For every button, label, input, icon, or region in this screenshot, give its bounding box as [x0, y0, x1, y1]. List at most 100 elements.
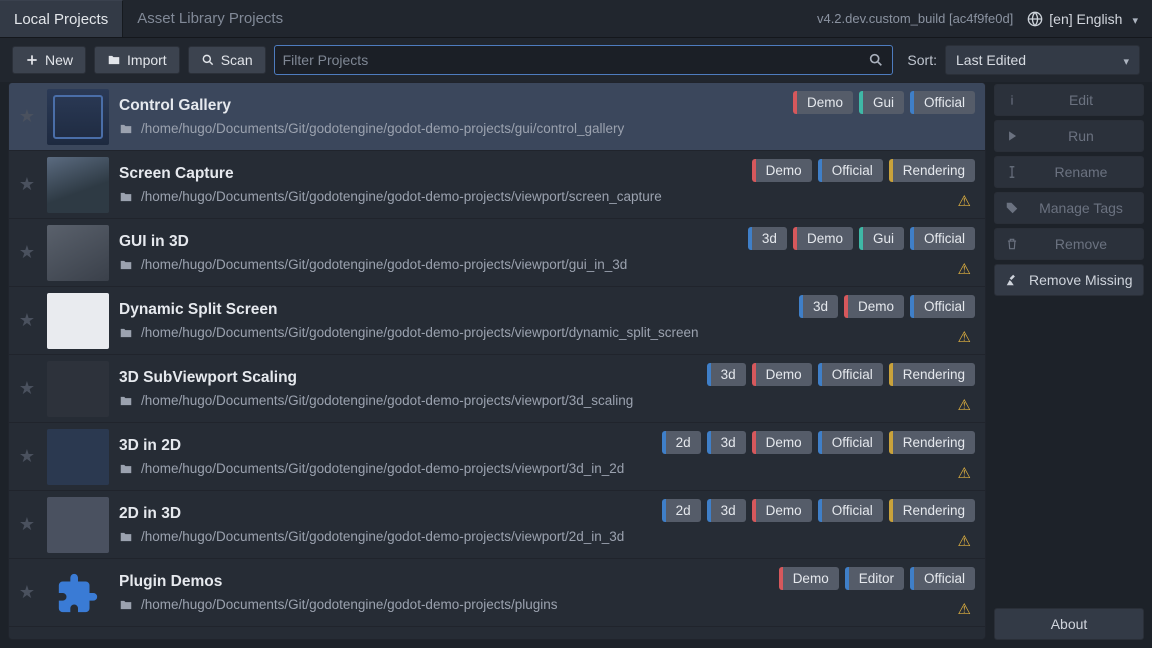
project-tag[interactable]: Demo [844, 295, 904, 318]
project-list-pane: ★ Control Gallery /home/hugo/Documents/G… [8, 82, 986, 640]
project-row[interactable]: ★ 3D SubViewport Scaling /home/hugo/Docu… [9, 355, 985, 423]
manage-tags-label: Manage Tags [1029, 200, 1133, 216]
filter-input[interactable] [283, 52, 863, 68]
run-label: Run [1029, 128, 1133, 144]
filter-projects-field[interactable] [274, 45, 894, 75]
project-tag[interactable]: 3d [707, 363, 746, 386]
project-row[interactable]: ★ Plugin Demos /home/hugo/Documents/Git/… [9, 559, 985, 627]
rename-button[interactable]: Rename [994, 156, 1144, 188]
favorite-star-icon[interactable]: ★ [17, 446, 37, 467]
project-tag[interactable]: Editor [845, 567, 904, 590]
project-tag[interactable]: 3d [799, 295, 838, 318]
scan-button[interactable]: Scan [188, 46, 266, 74]
project-path-row: /home/hugo/Documents/Git/godotengine/god… [119, 393, 977, 408]
search-icon [868, 52, 884, 68]
project-tag[interactable]: Official [910, 567, 975, 590]
top-bar: Local Projects Asset Library Projects v4… [0, 0, 1152, 38]
folder-icon [119, 190, 133, 204]
search-icon [201, 53, 215, 67]
warning-icon: ⚠ [958, 532, 971, 550]
project-list[interactable]: ★ Control Gallery /home/hugo/Documents/G… [9, 83, 985, 639]
tag-icon [1005, 201, 1019, 215]
favorite-star-icon[interactable]: ★ [17, 514, 37, 535]
tab-local-projects[interactable]: Local Projects [0, 0, 123, 37]
project-tag[interactable]: Demo [752, 159, 812, 182]
project-tag[interactable]: Demo [752, 431, 812, 454]
project-thumbnail [47, 293, 109, 349]
remove-missing-button[interactable]: Remove Missing [994, 264, 1144, 296]
edit-button[interactable]: Edit [994, 84, 1144, 116]
manage-tags-button[interactable]: Manage Tags [994, 192, 1144, 224]
trash-icon [1005, 237, 1019, 251]
project-tabs: Local Projects Asset Library Projects [0, 0, 297, 37]
project-row[interactable]: ★ Screen Capture /home/hugo/Documents/Gi… [9, 151, 985, 219]
project-tag[interactable]: Official [910, 227, 975, 250]
project-tag[interactable]: Demo [752, 363, 812, 386]
project-tag[interactable]: 2d [662, 499, 701, 522]
project-path: /home/hugo/Documents/Git/godotengine/god… [141, 189, 662, 204]
project-path: /home/hugo/Documents/Git/godotengine/god… [141, 121, 624, 136]
favorite-star-icon[interactable]: ★ [17, 242, 37, 263]
project-thumbnail [47, 157, 109, 213]
project-tags: 3d Demo Official [799, 295, 975, 318]
favorite-star-icon[interactable]: ★ [17, 582, 37, 603]
folder-icon [119, 598, 133, 612]
remove-button[interactable]: Remove [994, 228, 1144, 260]
project-tag[interactable]: Gui [859, 227, 904, 250]
folder-icon [119, 122, 133, 136]
favorite-star-icon[interactable]: ★ [17, 174, 37, 195]
version-label: v4.2.dev.custom_build [ac4f9fe0d] [817, 11, 1013, 26]
info-icon [1005, 93, 1019, 107]
tab-asset-library[interactable]: Asset Library Projects [123, 0, 297, 37]
side-panel: Edit Run Rename Manage Tags Remove Remov… [994, 82, 1144, 640]
project-tag[interactable]: Official [818, 431, 883, 454]
project-path-row: /home/hugo/Documents/Git/godotengine/god… [119, 189, 977, 204]
project-thumbnail [47, 565, 109, 621]
language-selector[interactable]: [en] English [1027, 11, 1138, 27]
project-row[interactable]: ★ Control Gallery /home/hugo/Documents/G… [9, 83, 985, 151]
project-tag[interactable]: Rendering [889, 363, 975, 386]
project-row[interactable]: ★ 3D in 2D /home/hugo/Documents/Git/godo… [9, 423, 985, 491]
project-tag[interactable]: Official [910, 295, 975, 318]
play-icon [1005, 129, 1019, 143]
project-row[interactable]: ★ 2D in 3D /home/hugo/Documents/Git/godo… [9, 491, 985, 559]
project-tag[interactable]: Demo [793, 91, 853, 114]
new-button[interactable]: New [12, 46, 86, 74]
project-tag[interactable]: Rendering [889, 159, 975, 182]
rename-label: Rename [1029, 164, 1133, 180]
project-path: /home/hugo/Documents/Git/godotengine/god… [141, 393, 633, 408]
project-tags: Demo Official Rendering [752, 159, 975, 182]
project-tag[interactable]: Rendering [889, 499, 975, 522]
project-tag[interactable]: 2d [662, 431, 701, 454]
run-button[interactable]: Run [994, 120, 1144, 152]
project-tag[interactable]: Demo [752, 499, 812, 522]
project-tag[interactable]: Official [818, 363, 883, 386]
import-button[interactable]: Import [94, 46, 180, 74]
project-tag[interactable]: Demo [779, 567, 839, 590]
project-tag[interactable]: 3d [748, 227, 787, 250]
favorite-star-icon[interactable]: ★ [17, 106, 37, 127]
chevron-down-icon [1119, 52, 1129, 68]
project-tag[interactable]: Official [818, 499, 883, 522]
favorite-star-icon[interactable]: ★ [17, 310, 37, 331]
project-path: /home/hugo/Documents/Git/godotengine/god… [141, 597, 558, 612]
project-tag[interactable]: Demo [793, 227, 853, 250]
project-tags: Demo Gui Official [793, 91, 975, 114]
project-tag[interactable]: Gui [859, 91, 904, 114]
project-tag[interactable]: 3d [707, 499, 746, 522]
project-row[interactable]: ★ GUI in 3D /home/hugo/Documents/Git/god… [9, 219, 985, 287]
globe-icon [1027, 11, 1043, 27]
project-thumbnail [47, 361, 109, 417]
project-row[interactable]: ★ Dynamic Split Screen /home/hugo/Docume… [9, 287, 985, 355]
project-tag[interactable]: Official [910, 91, 975, 114]
scan-button-label: Scan [221, 52, 253, 68]
about-button[interactable]: About [994, 608, 1144, 640]
project-tag[interactable]: 3d [707, 431, 746, 454]
project-path-row: /home/hugo/Documents/Git/godotengine/god… [119, 325, 977, 340]
plus-icon [25, 53, 39, 67]
project-tag[interactable]: Rendering [889, 431, 975, 454]
language-label: [en] English [1049, 11, 1122, 27]
sort-selector[interactable]: Last Edited [945, 45, 1140, 75]
project-tag[interactable]: Official [818, 159, 883, 182]
favorite-star-icon[interactable]: ★ [17, 378, 37, 399]
